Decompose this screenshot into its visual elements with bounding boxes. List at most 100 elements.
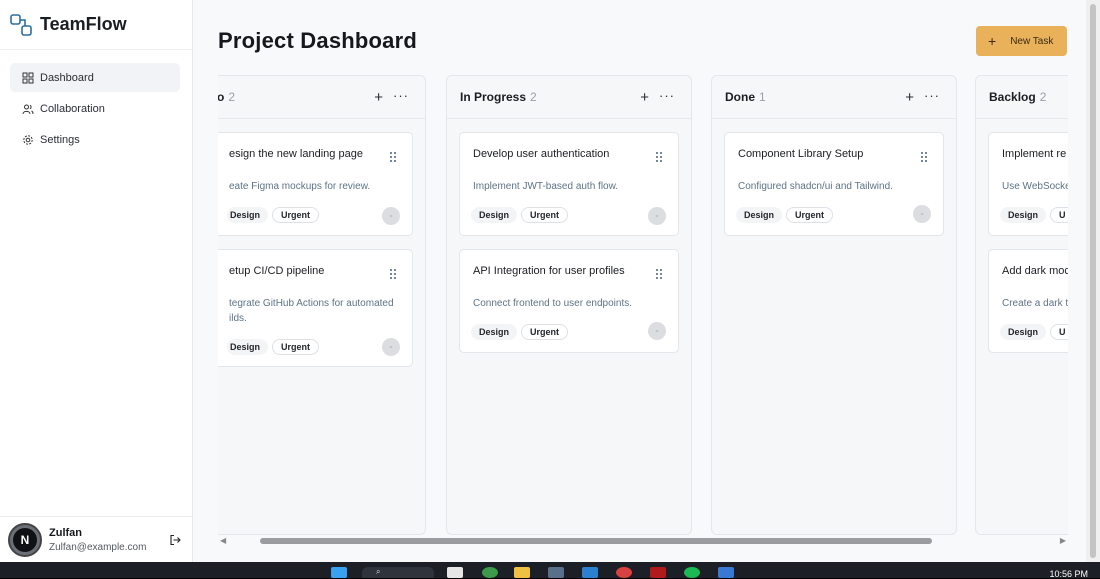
tag-urgent: U [1050, 324, 1068, 340]
sidebar-item-label: Collaboration [40, 102, 105, 115]
task-card[interactable]: esign the new landing page eate Figma mo… [218, 132, 413, 236]
column-in-progress: In Progress 2 + ··· Develop user authent… [446, 75, 692, 535]
card-title: esign the new landing page [229, 148, 363, 160]
dashboard-icon [22, 72, 34, 83]
column-title: o [218, 90, 225, 104]
card-tags: Design Urgent [227, 339, 323, 355]
task-card[interactable]: API Integration for user profiles Connec… [459, 249, 679, 353]
card-description: eate Figma mockups for review. [229, 181, 371, 192]
tag-design: Design [1000, 324, 1047, 340]
new-task-button[interactable]: + New Task [976, 26, 1067, 56]
column-count: 2 [1039, 90, 1047, 104]
card-tags: Design Urgent [471, 324, 572, 340]
drag-handle-icon[interactable] [920, 151, 928, 163]
taskbar-app-icon[interactable] [548, 567, 564, 578]
assignee-avatar: •• [382, 338, 400, 356]
tag-urgent: U [1050, 207, 1068, 223]
tag-design: Design [736, 207, 783, 223]
card-tags: Design Urgent [471, 207, 572, 223]
brand: TeamFlow [0, 0, 192, 50]
drag-handle-icon[interactable] [389, 151, 397, 163]
drag-handle-icon[interactable] [389, 268, 397, 280]
tag-urgent: Urgent [521, 207, 569, 223]
card-title: etup CI/CD pipeline [229, 265, 325, 277]
horizontal-scrollbar[interactable]: ◀ ▶ [218, 535, 1068, 547]
card-tags: Design Urgent [736, 207, 837, 223]
drag-handle-icon[interactable] [655, 268, 663, 280]
app-window: TeamFlow Dashboard Collaboration Setting… [0, 0, 1100, 562]
scrollbar-thumb[interactable] [260, 538, 932, 544]
tag-design: Design [227, 207, 269, 223]
card-tags: Design U [1000, 324, 1068, 340]
chrome-icon[interactable] [482, 567, 498, 578]
sidebar-item-dashboard[interactable]: Dashboard [10, 63, 180, 92]
card-title: API Integration for user profiles [473, 265, 625, 277]
more-options-button[interactable]: ··· [393, 88, 409, 103]
scrollbar-thumb[interactable] [1090, 4, 1096, 558]
taskbar-search[interactable]: ⌕ [362, 567, 434, 578]
os-taskbar: ⌕ 10:56 PM [0, 562, 1100, 579]
assignee-avatar: •• [382, 207, 400, 225]
add-card-button[interactable]: + [374, 89, 383, 106]
kanban-board: o 2 + ··· esign the new landing page eat… [218, 75, 1068, 535]
vertical-scrollbar[interactable] [1086, 0, 1100, 562]
taskbar-app-icon[interactable] [447, 567, 463, 578]
card-description: Implement JWT-based auth flow. [473, 181, 619, 192]
column-header: Backlog 2 [976, 76, 1068, 119]
column-count: 2 [530, 90, 537, 104]
gear-icon [23, 134, 33, 145]
column-count: 1 [759, 90, 766, 104]
column-title: In Progress [460, 90, 527, 104]
card-description: Connect frontend to user endpoints. [473, 298, 632, 309]
teamflow-logo-icon [10, 13, 32, 36]
sidebar-item-collaboration[interactable]: Collaboration [10, 94, 180, 123]
user-info: Zulfan Zulfan@example.com [49, 527, 146, 553]
task-card[interactable]: Component Library Setup Configured shadc… [724, 132, 944, 236]
avatar[interactable]: N [8, 522, 42, 557]
tag-urgent: Urgent [521, 324, 569, 340]
outlook-icon[interactable] [718, 567, 734, 578]
browser-icon[interactable] [616, 567, 632, 578]
new-task-label: New Task [1010, 35, 1054, 47]
card-description: Create a dark t [1002, 298, 1068, 309]
column-done: Done 1 + ··· Component Library Setup Con… [711, 75, 957, 535]
column-backlog: Backlog 2 Implement re Use WebSocke Desi… [975, 75, 1068, 535]
sidebar-item-label: Dashboard [40, 71, 94, 84]
folder-icon[interactable] [514, 567, 530, 578]
tag-urgent: Urgent [272, 339, 320, 355]
user-name: Zulfan [49, 526, 82, 539]
sidebar-nav: Dashboard Collaboration Settings [0, 50, 192, 154]
card-description: Use WebSocke [1002, 181, 1068, 192]
card-title: Implement re [1002, 148, 1067, 160]
user-profile: N Zulfan Zulfan@example.com [0, 516, 193, 562]
card-title: Develop user authentication [473, 148, 610, 160]
card-title: Add dark moc [1002, 265, 1068, 277]
scroll-right-icon[interactable]: ▶ [1060, 536, 1066, 545]
task-card[interactable]: etup CI/CD pipeline tegrate GitHub Actio… [218, 249, 413, 367]
task-card[interactable]: Add dark moc Create a dark t Design U [988, 249, 1068, 353]
assignee-avatar: •• [648, 207, 666, 225]
tag-design: Design [471, 324, 518, 340]
task-card[interactable]: Implement re Use WebSocke Design U [988, 132, 1068, 236]
column-title: Done [725, 90, 755, 104]
app-name: TeamFlow [40, 14, 127, 34]
add-card-button[interactable]: + [640, 89, 649, 106]
task-card[interactable]: Develop user authentication Implement JW… [459, 132, 679, 236]
more-options-button[interactable]: ··· [659, 88, 675, 103]
users-icon [22, 104, 34, 114]
windows-start-icon[interactable] [331, 567, 347, 578]
avatar-initial: N [13, 527, 37, 552]
tag-urgent: Urgent [786, 207, 834, 223]
add-card-button[interactable]: + [905, 89, 914, 106]
spotify-icon[interactable] [684, 567, 700, 578]
vscode-icon[interactable] [582, 567, 598, 578]
card-title: Component Library Setup [738, 148, 864, 160]
netflix-icon[interactable] [650, 567, 666, 578]
logout-icon[interactable] [169, 534, 181, 546]
sidebar-item-settings[interactable]: Settings [10, 125, 180, 154]
card-description: tegrate GitHub Actions for automated ild… [229, 298, 394, 324]
more-options-button[interactable]: ··· [924, 88, 940, 103]
scroll-left-icon[interactable]: ◀ [220, 536, 226, 545]
drag-handle-icon[interactable] [655, 151, 663, 163]
page-title: Project Dashboard [218, 28, 418, 53]
